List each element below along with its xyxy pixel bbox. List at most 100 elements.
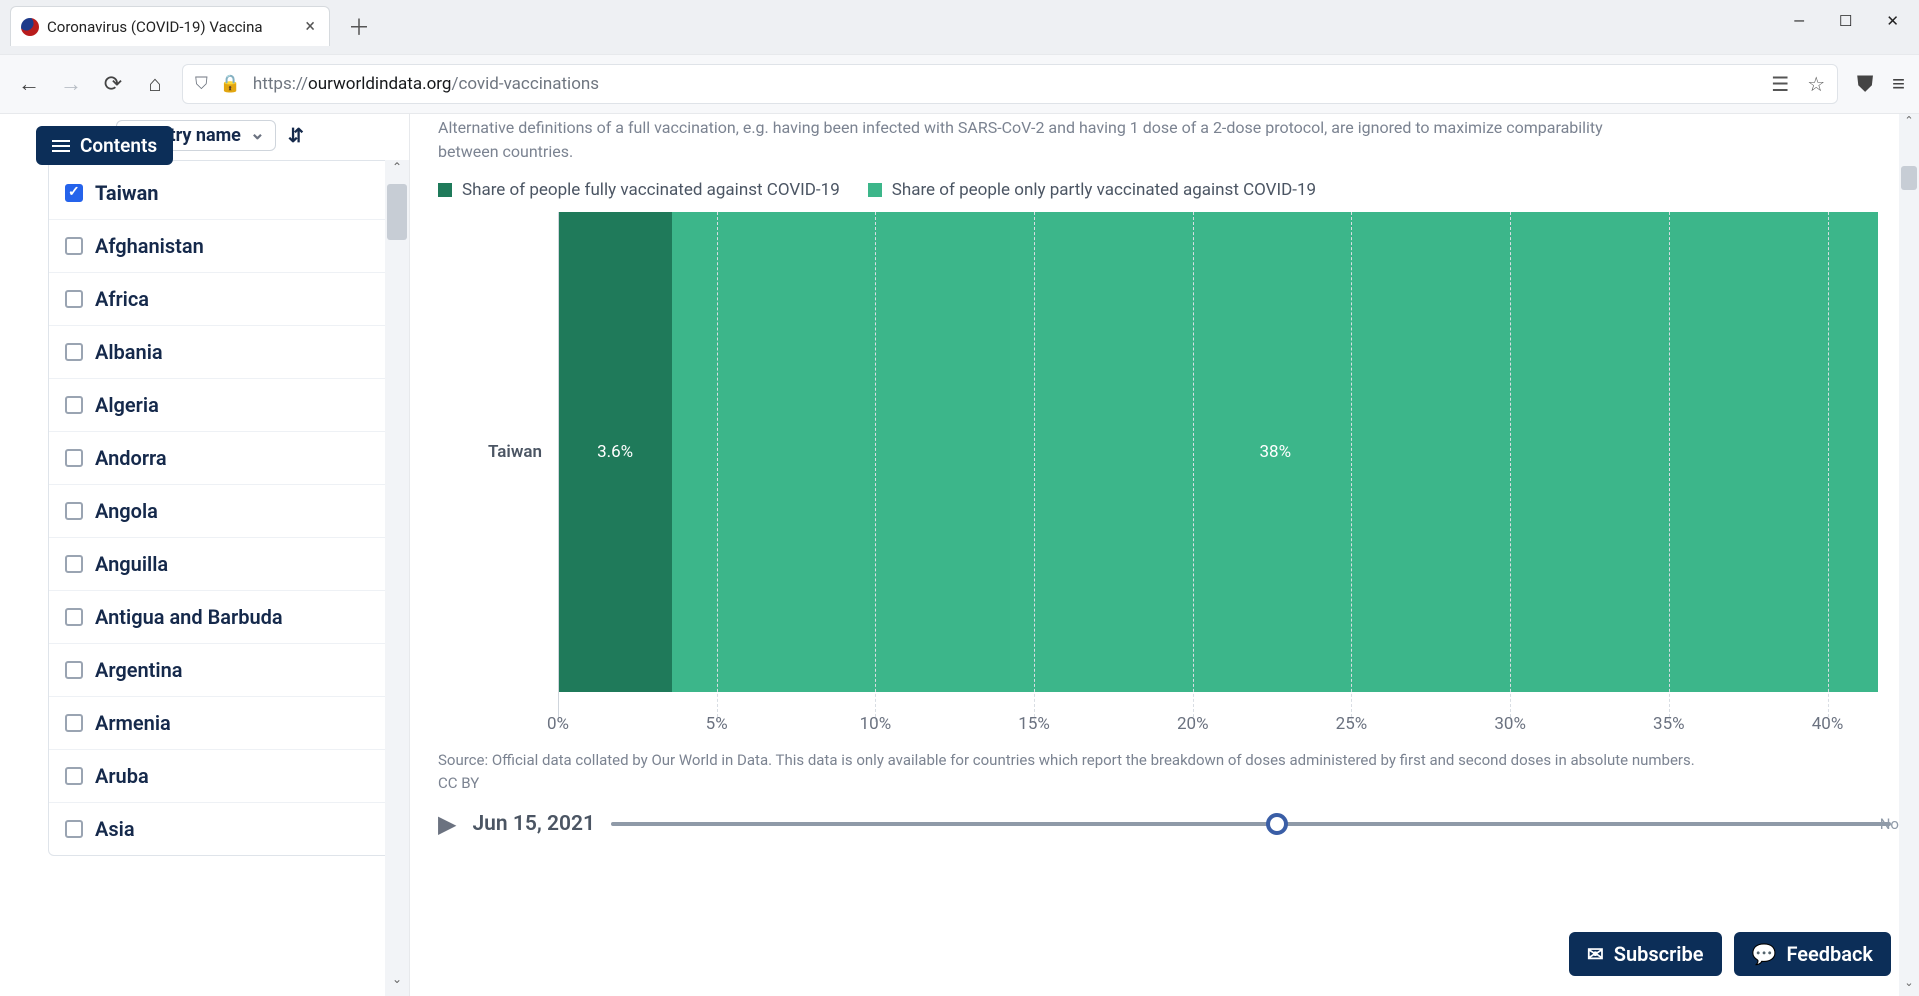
timeline-knob[interactable] bbox=[1266, 813, 1288, 835]
sort-direction-button[interactable]: ⇵ bbox=[288, 124, 304, 147]
timeline-track bbox=[611, 822, 1891, 826]
country-row-armenia[interactable]: Armenia bbox=[49, 696, 398, 749]
country-row-andorra[interactable]: Andorra bbox=[49, 431, 398, 484]
country-name-label: Aruba bbox=[95, 764, 149, 788]
bar-segment-partly[interactable]: 38% bbox=[672, 212, 1878, 692]
country-row-anguilla[interactable]: Anguilla bbox=[49, 537, 398, 590]
sidebar-scroll-thumb[interactable] bbox=[387, 184, 407, 240]
scroll-down-icon[interactable]: ⌄ bbox=[385, 972, 409, 996]
chart-plot-area[interactable]: Taiwan 3.6% 38% 42% 0%5%10%15%20%25%30%3… bbox=[558, 212, 1891, 692]
x-tick-label: 15% bbox=[1018, 714, 1050, 734]
timeline-date[interactable]: Jun 15, 2021 bbox=[472, 812, 595, 836]
country-checkbox[interactable] bbox=[65, 184, 83, 202]
x-gridline bbox=[1351, 212, 1352, 722]
x-gridline bbox=[1034, 212, 1035, 722]
country-checkbox[interactable] bbox=[65, 237, 83, 255]
pocket-icon[interactable]: ⛊ bbox=[1850, 72, 1880, 97]
nav-back-icon[interactable]: ← bbox=[14, 71, 44, 97]
x-gridline bbox=[875, 212, 876, 722]
country-checkbox[interactable] bbox=[65, 820, 83, 838]
window-minimize-icon[interactable]: — bbox=[1793, 12, 1805, 30]
nav-forward-icon[interactable]: → bbox=[56, 71, 86, 97]
timeline-slider[interactable]: No bbox=[611, 814, 1891, 834]
country-checkbox[interactable] bbox=[65, 608, 83, 626]
feedback-button[interactable]: 💬 Feedback bbox=[1734, 932, 1891, 976]
scroll-up-icon[interactable]: ⌃ bbox=[385, 160, 409, 184]
window-maximize-icon[interactable]: ☐ bbox=[1839, 12, 1852, 30]
chart-license[interactable]: CC BY bbox=[438, 774, 1891, 792]
nav-home-icon[interactable]: ⌂ bbox=[140, 71, 170, 97]
country-row-aruba[interactable]: Aruba bbox=[49, 749, 398, 802]
page-scrollbar[interactable]: ⌃ ⌄ bbox=[1899, 114, 1919, 996]
legend-label-partly: Share of people only partly vaccinated a… bbox=[892, 180, 1316, 200]
x-gridline bbox=[1669, 212, 1670, 722]
legend-item-partly[interactable]: Share of people only partly vaccinated a… bbox=[868, 180, 1316, 200]
new-tab-button[interactable]: ＋ bbox=[340, 6, 378, 46]
contents-label: Contents bbox=[80, 134, 157, 157]
country-name-label: Afghanistan bbox=[95, 234, 204, 258]
x-gridline bbox=[717, 212, 718, 722]
x-gridline bbox=[1510, 212, 1511, 722]
bookmark-star-icon[interactable]: ☆ bbox=[1807, 72, 1825, 96]
page-scroll-down-icon[interactable]: ⌄ bbox=[1899, 976, 1919, 996]
browser-tab-active[interactable]: Coronavirus (COVID-19) Vaccina × bbox=[10, 6, 330, 46]
country-row-asia[interactable]: Asia bbox=[49, 802, 398, 855]
shield-icon[interactable]: ⛉ bbox=[195, 74, 208, 94]
country-checkbox[interactable] bbox=[65, 714, 83, 732]
window-titlebar: Coronavirus (COVID-19) Vaccina × ＋ — ☐ ✕ bbox=[0, 0, 1919, 54]
x-gridline bbox=[558, 212, 559, 722]
country-checkbox[interactable] bbox=[65, 449, 83, 467]
hamburger-menu-icon[interactable]: ≡ bbox=[1892, 71, 1905, 97]
envelope-icon: ✉ bbox=[1587, 942, 1604, 966]
x-gridline bbox=[1193, 212, 1194, 722]
timeline-row: ▶ Jun 15, 2021 No bbox=[438, 810, 1891, 838]
chart-panel: Alternative definitions of a full vaccin… bbox=[410, 114, 1919, 996]
tab-close-icon[interactable]: × bbox=[301, 18, 319, 36]
subscribe-button[interactable]: ✉ Subscribe bbox=[1569, 932, 1722, 976]
x-tick-label: 35% bbox=[1653, 714, 1685, 734]
country-row-algeria[interactable]: Algeria bbox=[49, 378, 398, 431]
country-checkbox[interactable] bbox=[65, 661, 83, 679]
play-button-icon[interactable]: ▶ bbox=[438, 810, 456, 838]
bar-segment-fully[interactable]: 3.6% bbox=[558, 212, 672, 692]
window-close-icon[interactable]: ✕ bbox=[1886, 12, 1899, 30]
country-checkbox[interactable] bbox=[65, 502, 83, 520]
country-row-africa[interactable]: Africa bbox=[49, 272, 398, 325]
country-checkbox[interactable] bbox=[65, 343, 83, 361]
country-row-albania[interactable]: Albania bbox=[49, 325, 398, 378]
country-name-label: Algeria bbox=[95, 393, 159, 417]
nav-reload-icon[interactable]: ⟳ bbox=[98, 72, 128, 97]
country-row-angola[interactable]: Angola bbox=[49, 484, 398, 537]
country-row-antigua-and-barbuda[interactable]: Antigua and Barbuda bbox=[49, 590, 398, 643]
country-checkbox[interactable] bbox=[65, 767, 83, 785]
country-name-label: Andorra bbox=[95, 446, 167, 470]
country-list: Taiwan Afghanistan AfricaAlbania Algeria And… bbox=[48, 160, 399, 856]
country-checkbox[interactable] bbox=[65, 396, 83, 414]
page-scroll-thumb[interactable] bbox=[1901, 166, 1917, 190]
page-scroll-up-icon[interactable]: ⌃ bbox=[1899, 114, 1919, 134]
country-name-label: Asia bbox=[95, 817, 135, 841]
x-tick-label: 10% bbox=[860, 714, 892, 734]
country-name-label: Antigua and Barbuda bbox=[95, 605, 283, 629]
country-row-argentina[interactable]: Argentina bbox=[49, 643, 398, 696]
stacked-bar: 3.6% 38% 42% bbox=[558, 212, 1891, 692]
reader-mode-icon[interactable]: ☰ bbox=[1771, 72, 1789, 96]
legend-item-fully[interactable]: Share of people fully vaccinated against… bbox=[438, 180, 840, 200]
y-category-label: Taiwan bbox=[488, 442, 542, 462]
x-tick-label: 30% bbox=[1494, 714, 1526, 734]
chart-legend: Share of people fully vaccinated against… bbox=[438, 180, 1891, 200]
country-row-taiwan[interactable]: Taiwan bbox=[49, 161, 398, 219]
x-tick-label: 0% bbox=[547, 714, 569, 734]
contents-toggle-button[interactable]: Contents bbox=[36, 126, 173, 165]
country-sidebar: Sort by Country name ⇵ Contents TaiwanAf… bbox=[0, 114, 410, 996]
sidebar-scrollbar[interactable]: ⌃ ⌄ bbox=[385, 160, 409, 996]
x-tick-label: 20% bbox=[1177, 714, 1209, 734]
chart-note: Alternative definitions of a full vaccin… bbox=[438, 114, 1638, 164]
country-row-afghanistan[interactable]: Afghanistan bbox=[49, 219, 398, 272]
lock-icon[interactable]: 🔒 bbox=[220, 74, 241, 94]
country-checkbox[interactable] bbox=[65, 290, 83, 308]
address-bar[interactable]: ⛉ 🔒 https://ourworldindata.org/covid-vac… bbox=[182, 64, 1838, 104]
country-name-label: Armenia bbox=[95, 711, 171, 735]
country-checkbox[interactable] bbox=[65, 555, 83, 573]
url-text: https://ourworldindata.org/covid-vaccina… bbox=[253, 74, 599, 94]
